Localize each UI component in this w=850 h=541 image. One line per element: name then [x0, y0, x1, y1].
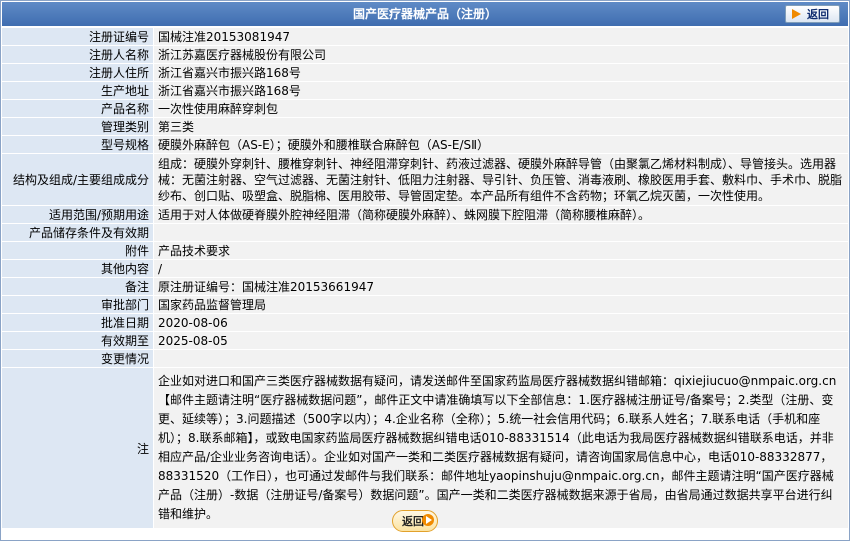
back-button-bottom[interactable]: 返回 — [392, 510, 438, 532]
row-value: 国械注准20153081947 — [153, 28, 848, 46]
row-value: 适用于对人体做硬脊膜外腔神经阻滞（简称硬膜外麻醉）、蛛网膜下腔阻滞（简称腰椎麻醉… — [153, 205, 848, 224]
row-label: 审批部门 — [2, 295, 154, 314]
row-value: 浙江苏嘉医疗器械股份有限公司 — [153, 45, 848, 64]
arrow-right-icon — [792, 9, 801, 19]
table-row: 型号规格 硬膜外麻醉包（AS-E）；硬膜外和腰椎联合麻醉包（AS-E/SⅡ） — [2, 135, 848, 154]
page-frame: 国产医疗器械产品（注册） 返回 注册证编号 国械注准20153081947 注册人名… — [0, 0, 850, 541]
table-row: 其他内容 / — [2, 259, 848, 278]
row-value: 原注册证编号：国械注准20153661947 — [153, 277, 848, 296]
row-value: 组成：硬膜外穿刺针、腰椎穿刺针、神经阻滞穿刺针、药液过滤器、硬膜外麻醉导管（由聚… — [153, 153, 848, 206]
table-row: 适用范围/预期用途 适用于对人体做硬脊膜外腔神经阻滞（简称硬膜外麻醉）、蛛网膜下腔… — [2, 205, 848, 224]
table-row: 备注 原注册证编号：国械注准20153661947 — [2, 277, 848, 296]
table-row: 结构及组成/主要组成成分 组成：硬膜外穿刺针、腰椎穿刺针、神经阻滞穿刺针、药液过滤… — [2, 153, 848, 206]
product-detail-table: 注册证编号 国械注准20153081947 注册人名称 浙江苏嘉医疗器械股份有限公司注… — [2, 28, 848, 529]
row-label: 生产地址 — [2, 81, 154, 100]
table-row: 注册证编号 国械注准20153081947 — [2, 28, 848, 46]
row-value: / — [153, 259, 848, 278]
row-label: 附件 — [2, 241, 154, 260]
row-label: 有效期至 — [2, 331, 154, 350]
table-row: 变更情况 — [2, 349, 848, 368]
table-row: 注册人名称 浙江苏嘉医疗器械股份有限公司 — [2, 45, 848, 64]
row-value — [153, 349, 848, 368]
row-label: 备注 — [2, 277, 154, 296]
row-value: 一次性使用麻醉穿刺包 — [153, 99, 848, 118]
row-label: 注册人名称 — [2, 45, 154, 64]
row-value: 第三类 — [153, 117, 848, 136]
row-label: 变更情况 — [2, 349, 154, 368]
table-row: 产品名称 一次性使用麻醉穿刺包 — [2, 99, 848, 118]
row-label: 适用范围/预期用途 — [2, 205, 154, 224]
row-label: 产品名称 — [2, 99, 154, 118]
row-label: 批准日期 — [2, 313, 154, 332]
row-value: 2020-08-06 — [153, 313, 848, 332]
row-value: 硬膜外麻醉包（AS-E）；硬膜外和腰椎联合麻醉包（AS-E/SⅡ） — [153, 135, 848, 154]
row-value — [153, 223, 848, 242]
table-row: 生产地址 浙江省嘉兴市振兴路168号 — [2, 81, 848, 100]
note-text: 企业如对进口和国产三类医疗器械数据有疑问，请发送邮件至国家药监局医疗器械数据纠错… — [153, 367, 848, 529]
row-label: 管理类别 — [2, 117, 154, 136]
back-button-top[interactable]: 返回 — [785, 5, 840, 23]
table-row: 产品储存条件及有效期 — [2, 223, 848, 242]
arrow-circle-icon — [422, 514, 434, 526]
table-row: 管理类别 第三类 — [2, 117, 848, 136]
row-value: 2025-08-05 — [153, 331, 848, 350]
row-label: 注册人住所 — [2, 63, 154, 82]
row-value: 国家药品监督管理局 — [153, 295, 848, 314]
table-row: 审批部门 国家药品监督管理局 — [2, 295, 848, 314]
table-row: 注册人住所 浙江省嘉兴市振兴路168号 — [2, 63, 848, 82]
table-row: 附件 产品技术要求 — [2, 241, 848, 260]
page-title-bar: 国产医疗器械产品（注册） 返回 — [2, 2, 848, 26]
row-value: 浙江省嘉兴市振兴路168号 — [153, 81, 848, 100]
row-label: 其他内容 — [2, 259, 154, 278]
row-label: 产品储存条件及有效期 — [2, 223, 154, 242]
row-value: 浙江省嘉兴市振兴路168号 — [153, 63, 848, 82]
row-label: 注册证编号 — [2, 28, 154, 46]
page-title: 国产医疗器械产品（注册） — [352, 7, 497, 21]
row-value: 产品技术要求 — [153, 241, 848, 260]
note-row: 注企业如对进口和国产三类医疗器械数据有疑问，请发送邮件至国家药监局医疗器械数据纠… — [2, 367, 848, 529]
row-label: 型号规格 — [2, 135, 154, 154]
note-label: 注 — [2, 367, 154, 529]
table-row: 批准日期 2020-08-06 — [2, 313, 848, 332]
table-row: 有效期至 2025-08-05 — [2, 331, 848, 350]
back-button-bottom-label: 返回 — [402, 515, 424, 528]
back-button-top-label: 返回 — [807, 8, 829, 21]
row-label: 结构及组成/主要组成成分 — [2, 153, 154, 206]
